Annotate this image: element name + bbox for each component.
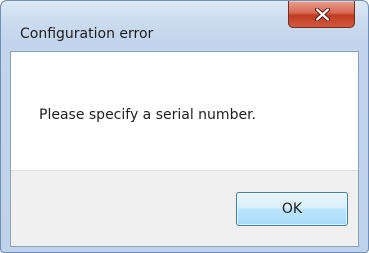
dialog-title: Configuration error bbox=[20, 26, 154, 42]
button-bar: OK bbox=[11, 170, 358, 246]
dialog-window: Configuration error Please specify a ser… bbox=[0, 0, 369, 253]
dialog-content: Please specify a serial number. OK bbox=[10, 51, 359, 247]
close-button[interactable] bbox=[288, 1, 355, 28]
close-icon bbox=[315, 8, 330, 21]
error-message: Please specify a serial number. bbox=[39, 107, 256, 123]
title-bar[interactable]: Configuration error bbox=[1, 1, 368, 51]
ok-button[interactable]: OK bbox=[236, 192, 348, 226]
